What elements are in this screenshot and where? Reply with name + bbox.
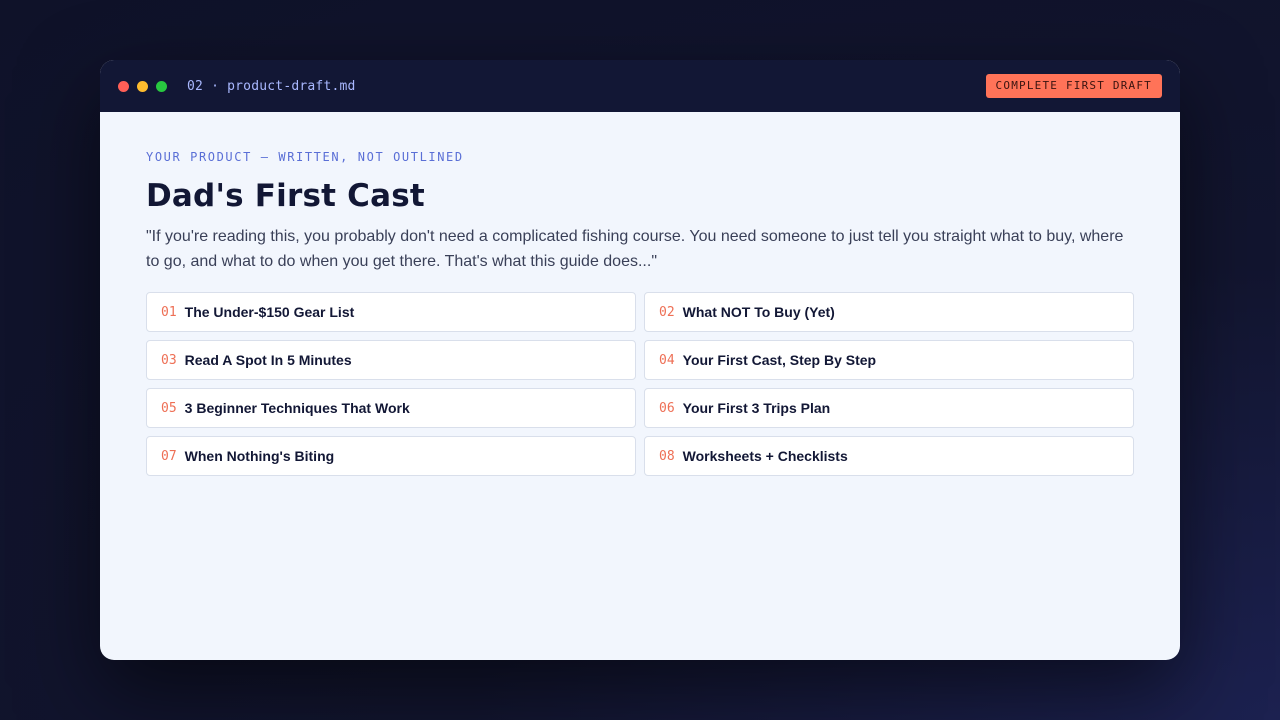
maximize-window-dot[interactable] (156, 80, 167, 92)
editor-window: 02 · product-draft.md COMPLETE FIRST DRA… (100, 60, 1180, 660)
product-title: Dad's First Cast (146, 178, 425, 214)
chapter-grid: 01 The Under-$150 Gear List 02 What NOT … (146, 292, 1134, 476)
chapter-number: 07 (161, 448, 177, 464)
chapter-title: Read A Spot In 5 Minutes (184, 352, 352, 368)
file-name: 02 · product-draft.md (187, 78, 356, 94)
chapter-card[interactable]: 02 What NOT To Buy (Yet) (644, 292, 1134, 332)
product-intro: "If you're reading this, you probably do… (146, 228, 1124, 270)
chapter-number: 03 (161, 352, 177, 368)
chapter-card[interactable]: 03 Read A Spot In 5 Minutes (146, 340, 636, 380)
status-badge: COMPLETE FIRST DRAFT (985, 74, 1162, 98)
chapter-title: Your First Cast, Step By Step (682, 352, 877, 368)
chapter-title: Your First 3 Trips Plan (682, 400, 831, 416)
chapter-title: What NOT To Buy (Yet) (682, 304, 835, 320)
chapter-card[interactable]: 05 3 Beginner Techniques That Work (146, 388, 636, 428)
chapter-number: 04 (659, 352, 675, 368)
close-window-dot[interactable] (118, 80, 129, 92)
chapter-number: 02 (659, 304, 675, 320)
chapter-card[interactable]: 06 Your First 3 Trips Plan (644, 388, 1134, 428)
document-content: YOUR PRODUCT — WRITTEN, NOT OUTLINED Dad… (100, 112, 1180, 476)
chapter-card[interactable]: 04 Your First Cast, Step By Step (644, 340, 1134, 380)
chapter-title: Worksheets + Checklists (682, 448, 848, 464)
chapter-number: 08 (659, 448, 675, 464)
chapter-card[interactable]: 01 The Under-$150 Gear List (146, 292, 636, 332)
chapter-title: When Nothing's Biting (184, 448, 335, 464)
section-eyebrow: YOUR PRODUCT — WRITTEN, NOT OUTLINED (146, 150, 464, 164)
chapter-card[interactable]: 08 Worksheets + Checklists (644, 436, 1134, 476)
chapter-card[interactable]: 07 When Nothing's Biting (146, 436, 636, 476)
chapter-number: 01 (161, 304, 177, 320)
chapter-number: 05 (161, 400, 177, 416)
minimize-window-dot[interactable] (137, 80, 148, 92)
chapter-title: 3 Beginner Techniques That Work (184, 400, 410, 416)
chapter-number: 06 (659, 400, 675, 416)
title-bar: 02 · product-draft.md COMPLETE FIRST DRA… (100, 60, 1180, 112)
chapter-title: The Under-$150 Gear List (184, 304, 355, 320)
